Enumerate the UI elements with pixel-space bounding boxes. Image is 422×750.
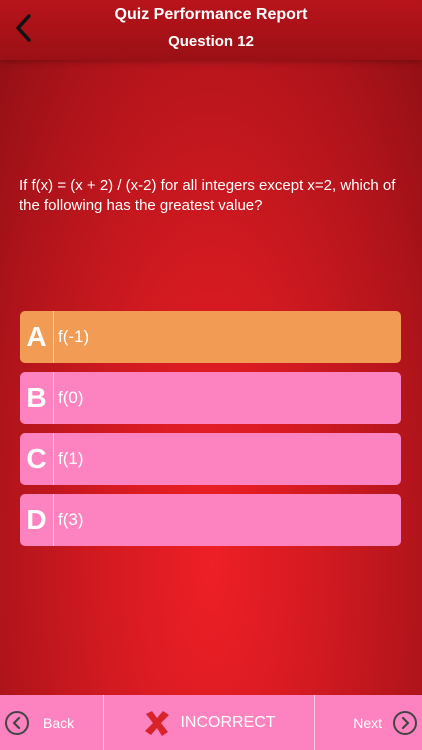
answer-text: f(-1) [58,327,90,346]
answer-text: f(1) [58,449,84,468]
question-text: If f(x) = (x + 2) / (x-2) for all intege… [19,177,396,214]
answer-option-c[interactable]: C f(1) [20,433,401,485]
next-label: Next [353,714,382,731]
page-title: Quiz Performance Report [114,6,308,23]
answer-text: f(0) [58,388,84,407]
result-status: INCORRECT [104,695,315,750]
answer-text: f(3) [58,510,84,529]
footer-bar: Back INCORRECT Next [0,695,422,750]
answer-option-a[interactable]: A f(-1) [20,311,401,363]
status-label: INCORRECT [180,713,276,731]
circle-chevron-right-icon [393,710,417,735]
back-label: Back [43,714,75,731]
answer-letter: B [20,372,54,424]
answer-list: A f(-1) B f(0) C f(1) D f(3) [20,311,401,555]
answer-option-d[interactable]: D f(3) [20,494,401,546]
answer-letter: D [20,494,54,546]
x-mark-icon [142,708,172,738]
back-button[interactable]: Back [0,695,104,750]
answer-letter: A [20,311,54,363]
header-bar: Quiz Performance Report Question 12 [0,0,422,60]
answer-letter: C [20,433,54,485]
answer-option-b[interactable]: B f(0) [20,372,401,424]
question-number: Question 12 [168,33,254,50]
next-button[interactable]: Next [315,695,422,750]
circle-chevron-left-icon [5,710,29,735]
